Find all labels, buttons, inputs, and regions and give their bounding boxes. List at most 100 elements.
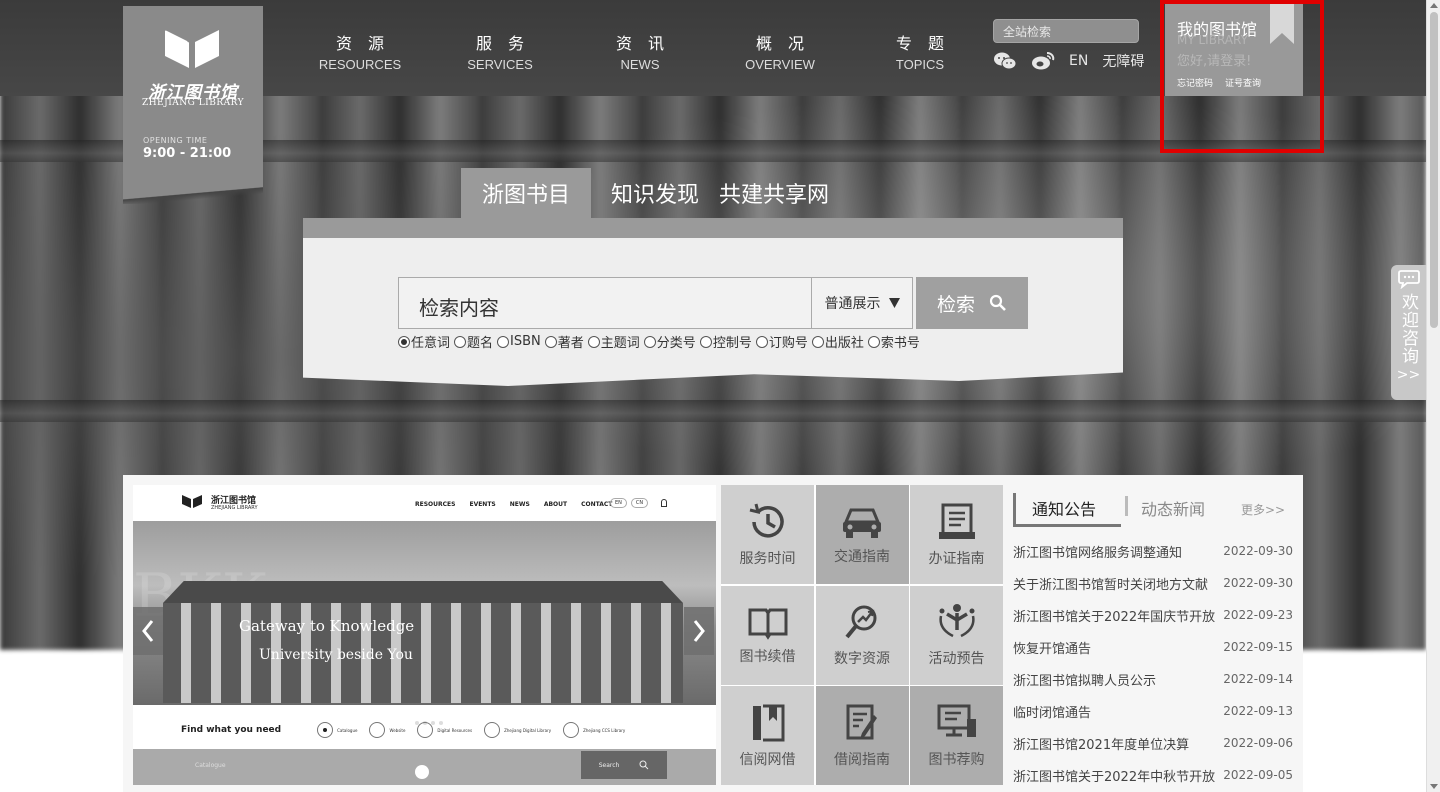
slider-pager-dot[interactable] (415, 765, 429, 779)
nav-en-label: RESOURCES (318, 57, 402, 72)
tab-discovery[interactable]: 知识发现 (591, 168, 709, 218)
people-icon (938, 604, 975, 638)
card-query-link[interactable]: 证号查询 (1225, 76, 1261, 89)
page-scrollbar[interactable] (1426, 0, 1440, 792)
quick-link-label: 数字资源 (834, 651, 890, 667)
computer-icon (937, 704, 976, 737)
book-icon (748, 608, 787, 640)
news-item[interactable]: 恢复开馆通告 2022-09-15 (1013, 631, 1303, 663)
radio-author[interactable]: 著者 (544, 332, 584, 351)
nav-news[interactable]: 资讯 NEWS (570, 30, 710, 72)
news-item[interactable]: 浙江图书馆2021年度单位决算 2022-09-06 (1013, 727, 1303, 759)
building-column (601, 603, 611, 703)
nav-en-label: TOPICS (895, 57, 945, 72)
magnifier-chart-icon (845, 605, 877, 639)
building-column (211, 603, 221, 703)
slide-catalog-text: Catalogue (195, 762, 226, 769)
quick-link-label: 交通指南 (834, 548, 890, 565)
nav-overview[interactable]: 概况 OVERVIEW (710, 30, 850, 72)
english-link[interactable]: EN (1069, 53, 1088, 69)
display-mode-label: 普通展示 (824, 296, 881, 312)
search-input[interactable]: 检索内容 (398, 277, 812, 329)
tab-notices[interactable]: 通知公告 (1013, 493, 1121, 527)
radio-subject[interactable]: 主题词 (587, 332, 640, 351)
radio-order-number[interactable]: 订购号 (755, 332, 808, 351)
scroll-thumb[interactable] (1430, 12, 1438, 328)
wechat-icon[interactable] (993, 51, 1017, 71)
news-item[interactable]: 浙江图书馆拟聘人员公示 2022-09-14 (1013, 663, 1303, 695)
scroll-down-icon[interactable] (1430, 784, 1438, 789)
radio-control-number[interactable]: 控制号 (699, 332, 752, 351)
nav-en-label: SERVICES (467, 57, 533, 72)
slide-prev-button[interactable] (133, 607, 163, 655)
quick-link-transport[interactable]: 交通指南 (815, 485, 909, 584)
quick-link-events[interactable]: 活动预告 (910, 585, 1003, 685)
radio-any-word[interactable]: 任意词 (398, 332, 450, 351)
building-column (451, 603, 461, 703)
library-logo[interactable]: 浙江图书馆 ZHEJIANG LIBRARY OPENING TIME 9:00… (123, 6, 263, 204)
radio-title[interactable]: 题名 (454, 332, 493, 351)
nav-cn-label: 专题 (895, 34, 960, 53)
building-column (511, 603, 521, 703)
login-prompt[interactable]: 您好,请登录! (1177, 50, 1251, 69)
slide-nav-item: ABOUT (543, 501, 568, 508)
slide-next-button[interactable] (684, 607, 714, 655)
slide-nav-item: NEWS (509, 501, 530, 508)
building-column (571, 603, 581, 703)
news-item[interactable]: 临时闭馆通告 2022-09-13 (1013, 695, 1303, 727)
display-mode-select[interactable]: 普通展示 (811, 277, 913, 329)
slide-lang-en: EN (610, 498, 627, 508)
consult-tab[interactable]: 欢迎咨询 >> (1391, 265, 1426, 400)
slide-nav: RESOURCES EVENTS NEWS ABOUT CONTACT (415, 501, 612, 508)
quick-link-renew[interactable]: 图书续借 (721, 585, 814, 685)
radio-isbn[interactable]: ISBN (497, 332, 541, 351)
site-search-input[interactable]: 全站检索 (993, 19, 1139, 43)
slide-photo[interactable]: BKK Gateway to Knowledge University besi… (133, 521, 716, 725)
clock-icon (749, 503, 784, 538)
image-slider: 浙江图书馆 ZHEJIANG LIBRARY RESOURCES EVENTS … (133, 485, 716, 785)
nav-topics[interactable]: 专题 TOPICS (850, 30, 990, 72)
search-button[interactable]: 检索 (916, 277, 1028, 329)
news-more-link[interactable]: 更多>> (1241, 501, 1285, 518)
building-column (631, 603, 641, 703)
forgot-password-link[interactable]: 忘记密码 (1177, 76, 1213, 89)
news-item[interactable]: 浙江图书馆关于2022年中秋节开放 2022-09-05 (1013, 759, 1303, 791)
quick-link-online-borrow[interactable]: 信阅网借 (721, 686, 814, 785)
radio-publisher[interactable]: 出版社 (811, 332, 864, 351)
slide-logo-en: ZHEJIANG LIBRARY (211, 505, 258, 511)
weibo-icon[interactable] (1031, 51, 1055, 71)
radio-classification[interactable]: 分类号 (643, 332, 696, 351)
double-chevron-icon: >> (1396, 367, 1421, 383)
book-logo-icon (164, 27, 219, 68)
nav-services[interactable]: 服务 SERVICES (430, 30, 570, 72)
panel-top-bar (303, 218, 1123, 238)
quick-link-borrow-guide[interactable]: 借阅指南 (815, 686, 909, 785)
quick-link-recommend[interactable]: 图书荐购 (910, 686, 1003, 785)
nav-resources[interactable]: 资源 RESOURCES (290, 30, 430, 72)
nav-en-label: NEWS (620, 57, 660, 72)
radio-call-number[interactable]: 索书号 (867, 332, 920, 351)
building-column (421, 603, 431, 703)
quick-link-label: 活动预告 (928, 651, 985, 667)
tab-news[interactable]: 动态新闻 (1141, 496, 1205, 520)
slide-search-label: Search (598, 761, 620, 769)
find-option: Digital Resources (417, 722, 472, 738)
card-icon (938, 503, 975, 539)
tab-shared-network[interactable]: 共建共享网 (709, 168, 839, 218)
search-icon (639, 760, 649, 770)
quick-link-service-hours[interactable]: 服务时间 (721, 485, 814, 584)
scroll-up-icon[interactable] (1430, 3, 1438, 8)
slide-nav-item: CONTACT (581, 501, 613, 508)
quick-link-card-guide[interactable]: 办证指南 (910, 485, 1003, 584)
nav-en-label: OVERVIEW (745, 57, 815, 72)
slide-nav-item: EVENTS (469, 501, 496, 508)
accessibility-link[interactable]: 无障碍 (1102, 51, 1144, 71)
news-item[interactable]: 浙江图书馆关于2022年国庆节开放 2022-09-23 (1013, 599, 1303, 631)
news-item[interactable]: 关于浙江图书馆暂时关闭地方文献 2022-09-30 (1013, 567, 1303, 599)
tab-catalog[interactable]: 浙图书目 (461, 168, 591, 218)
quick-link-label: 服务时间 (739, 550, 796, 567)
user-icon (661, 499, 667, 507)
news-panel: 通知公告 动态新闻 更多>> 浙江图书馆网络服务调整通知 2022-09-30 关… (1013, 485, 1303, 785)
news-item[interactable]: 浙江图书馆网络服务调整通知 2022-09-30 (1013, 535, 1303, 567)
quick-link-digital[interactable]: 数字资源 (815, 585, 909, 685)
